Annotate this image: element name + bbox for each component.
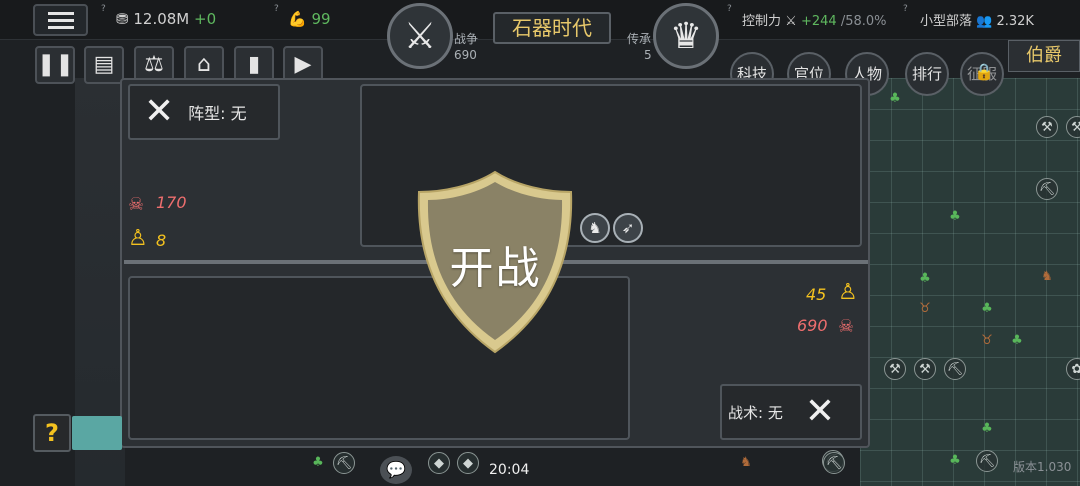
forest-tile-icon: ♣ [949, 453, 961, 468]
soldier-icon: ♙ [838, 280, 858, 305]
era-title[interactable]: 石器时代 [493, 12, 611, 44]
war-value: 690 [454, 48, 477, 62]
help-hint-icon[interactable]: ? [274, 4, 279, 14]
archer-unit-icon[interactable]: ➶ [613, 213, 643, 243]
people-icon: 👥 [976, 14, 993, 29]
ranking-button[interactable]: 排行 [905, 52, 949, 96]
tactic-button[interactable]: 战术: 无 ✕ [720, 384, 862, 440]
cattle-tile-icon: ♉ [919, 301, 931, 316]
resources-delta: +0 [194, 10, 217, 28]
control-stat: 控制力 ⚔ +244 /58.0% [742, 10, 887, 29]
main-menu-button[interactable] [33, 4, 88, 36]
help-hint-icon[interactable]: ? [727, 4, 732, 14]
paw-tile-icon[interactable]: ✿ [1066, 358, 1080, 380]
cavalry-unit-icon[interactable]: ♞ [580, 213, 610, 243]
tribe-stat: 小型部落 👥 2.32K [920, 10, 1034, 29]
save-button[interactable]: ▤ [84, 46, 124, 84]
help-hint-icon[interactable]: ? [101, 4, 106, 14]
cattle-tile-icon: ♉ [981, 333, 993, 348]
close-x-icon: ✕ [144, 91, 175, 132]
rank-title-badge[interactable]: 伯爵 [1008, 40, 1080, 72]
help-button[interactable]: ? [33, 414, 71, 452]
mine-tile-icon[interactable]: ⛏ [1036, 178, 1058, 200]
forest-tile-icon: ♣ [949, 209, 961, 224]
war-swords-icon[interactable]: ⚔ [387, 3, 453, 69]
crossed-swords-icon: ⚔ [785, 14, 797, 29]
pickaxe-tile-icon[interactable]: ⚒ [1036, 116, 1058, 138]
forest-tile-icon: ♣ [981, 301, 993, 316]
mine-tile-icon[interactable]: ⛏ [976, 450, 998, 472]
forest-tile-icon: ♣ [919, 271, 931, 286]
crown-icon[interactable]: ♛ [653, 3, 719, 69]
population-value: 2.32K [996, 14, 1034, 29]
resources-value: 12.08M [133, 10, 190, 28]
forest-tile-icon: ♣ [981, 421, 993, 436]
forest-tile-icon: ♣ [1011, 333, 1023, 348]
lock-icon: 🔒 [974, 62, 994, 81]
our-troops-value: 8 [156, 231, 167, 250]
mine-tile-icon[interactable]: ⛏ [333, 452, 355, 474]
formation-label: 阵型: 无 [188, 104, 247, 123]
our-casualties-value: 170 [156, 193, 187, 212]
axe-tile-icon[interactable]: ⚒ [914, 358, 936, 380]
formation-button[interactable]: ✕ 阵型: 无 [128, 84, 280, 140]
enemy-casualties-value: 690 [797, 316, 828, 335]
help-hint-icon[interactable]: ? [903, 4, 908, 14]
control-delta: +244 [800, 14, 837, 29]
start-battle-label[interactable]: 开战 [413, 232, 578, 296]
resources-stat: ⛃ 12.08M +0 [116, 10, 216, 28]
skull-icon: ☠ [838, 316, 855, 337]
game-clock: 20:04 [489, 462, 530, 478]
mine-tile-icon[interactable]: ⛏ [944, 358, 966, 380]
close-x-icon: ✕ [804, 391, 835, 432]
horse-tile-icon: ♞ [1041, 269, 1053, 284]
pickaxe-tile-icon[interactable]: ⚒ [1066, 116, 1080, 138]
strength-value: 99 [311, 10, 331, 28]
forest-tile-icon: ♣ [889, 91, 901, 106]
axe-tile-icon[interactable]: ⚒ [884, 358, 906, 380]
horse-tile-icon: ♞ [740, 455, 752, 470]
legacy-value: 5 [644, 48, 652, 62]
coins-icon: ⛃ [116, 10, 129, 28]
control-label: 控制力 [742, 14, 782, 29]
legacy-label: 传承 [627, 32, 652, 46]
forest-tile-icon: ♣ [312, 455, 324, 470]
strength-stat: 💪 99 [288, 10, 331, 28]
chat-button[interactable]: 💬 [380, 456, 412, 484]
mine-tile-icon[interactable]: ⛏ [823, 452, 845, 474]
tactic-label: 战术: 无 [728, 403, 783, 422]
progress-bar [72, 416, 122, 450]
rock-tile-icon[interactable]: ◆ [457, 452, 479, 474]
enemy-troops-value: 45 [806, 285, 827, 304]
skull-icon: ☠ [128, 194, 145, 215]
version-label: 版本1.030 [1013, 460, 1072, 474]
soldier-icon: ♙ [128, 226, 148, 251]
world-map-grid[interactable]: ♣ ⚒ ⚒ ⛏ ♣ ♣ ♞ ♉ ♣ ♉ ♣ ⚒ ⚒ ⛏ ✿ ♣ ⛏ ♣ ⛏ [822, 78, 1080, 486]
muscle-icon: 💪 [288, 10, 307, 28]
war-label: 战争 [454, 32, 479, 46]
tribe-label: 小型部落 [920, 14, 973, 29]
pause-button[interactable]: ❚❚ [35, 46, 75, 84]
rock-tile-icon[interactable]: ◆ [428, 452, 450, 474]
control-percent: /58.0% [840, 14, 887, 29]
